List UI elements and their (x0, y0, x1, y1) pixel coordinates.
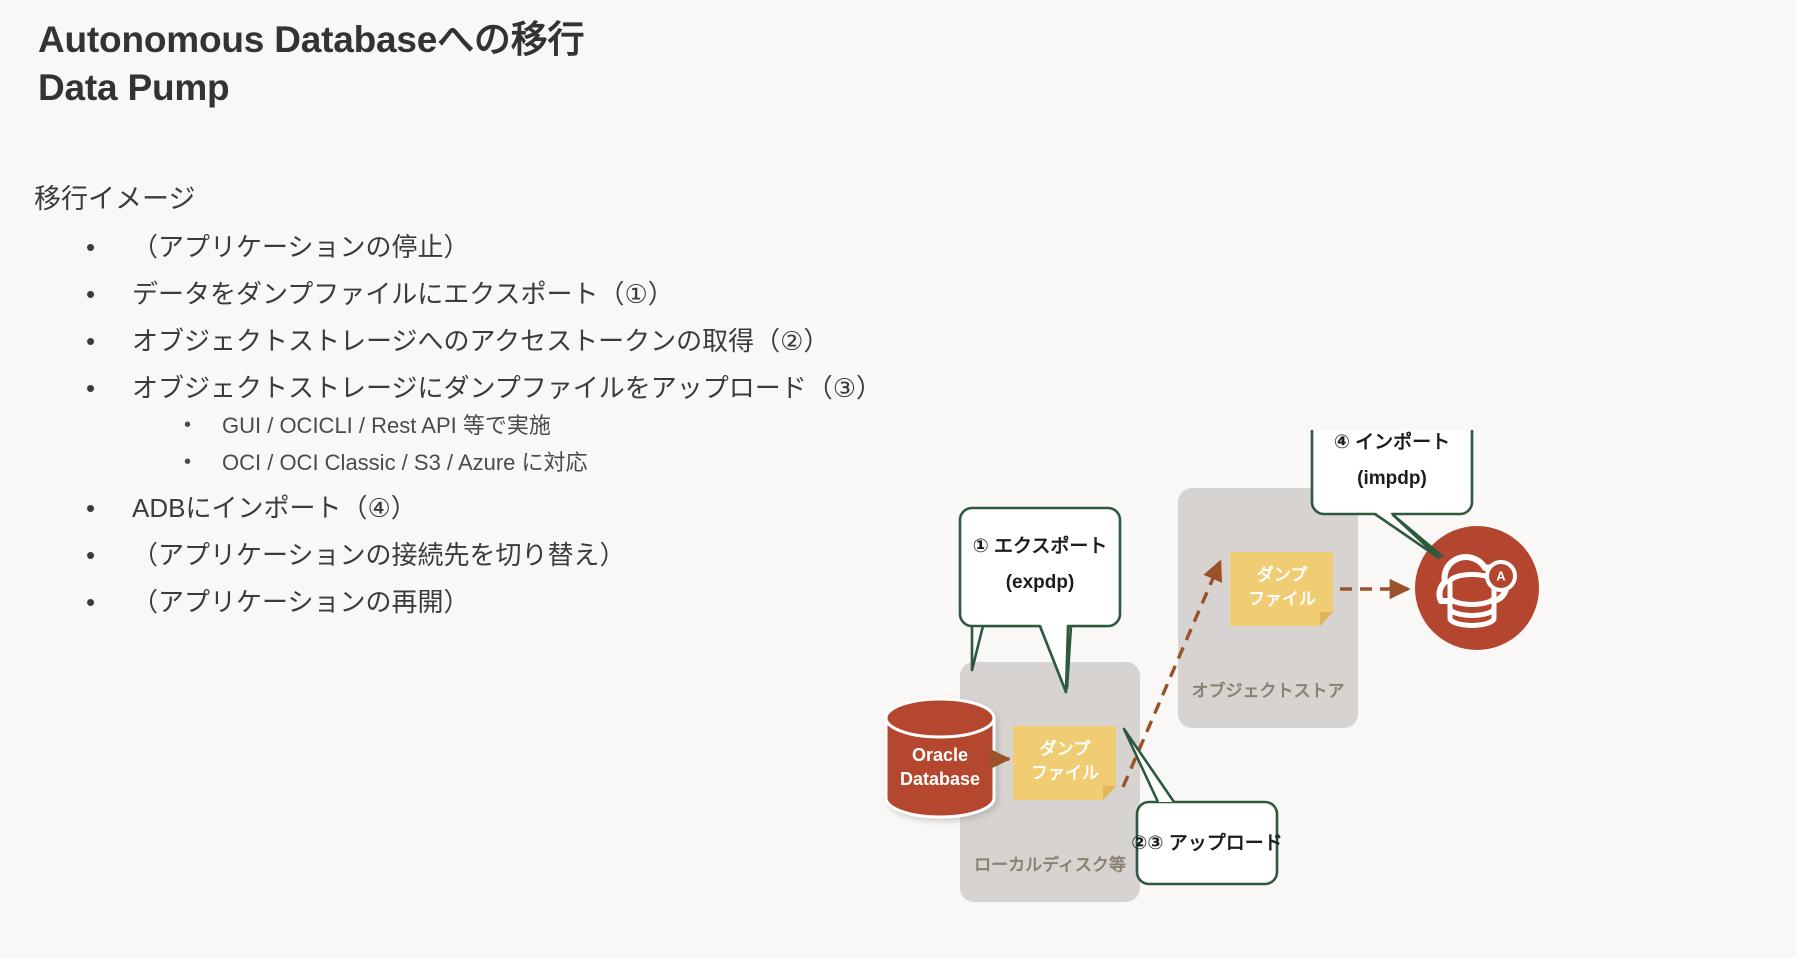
list-item-label: データをダンプファイルにエクスポート（①） (132, 279, 674, 309)
list-item-label: オブジェクトストレージへのアクセストークンの取得（②） (132, 326, 830, 356)
autonomous-database-cloud-icon: A (1415, 526, 1539, 650)
list-item: • ADBにインポート（④） (84, 495, 914, 521)
list-item-label: ADBにインポート（④） (132, 493, 417, 523)
content-body: 移行イメージ • （アプリケーションの停止） • データをダンプファイルにエクス… (34, 186, 914, 636)
sub-list-item-label: GUI / OCICLI / Rest API 等で実施 (222, 413, 551, 438)
list-item: • （アプリケーションの再開） (84, 589, 914, 615)
list-item: • オブジェクトストレージへのアクセストークンの取得（②） (84, 328, 914, 354)
sub-list-item: • GUI / OCICLI / Rest API 等で実施 (180, 415, 914, 437)
bullet-list: • （アプリケーションの停止） • データをダンプファイルにエクスポート（①） … (34, 234, 914, 615)
list-item: • オブジェクトストレージにダンプファイルをアップロード（③） • GUI / … (84, 375, 914, 474)
sub-list-item: • OCI / OCI Classic / S3 / Azure に対応 (180, 452, 914, 474)
oracle-database-label-line2: Database (900, 769, 980, 789)
bullet-glyph: • (86, 540, 96, 570)
list-item-label: （アプリケーションの再開） (132, 587, 470, 617)
list-item-label: （アプリケーションの接続先を切り替え） (132, 540, 626, 570)
lead-text: 移行イメージ (34, 184, 196, 214)
bullet-glyph: • (86, 493, 96, 523)
dumpfile-local-label-line2: ファイル (1031, 763, 1099, 782)
dumpfile-store-label-line1: ダンプ (1257, 564, 1308, 584)
bullet-glyph: • (86, 587, 96, 617)
migration-flow-diagram: ローカルディスク等 オブジェクトストア Oracle Database ダンプ … (880, 430, 1796, 958)
bullet-glyph: • (86, 373, 96, 403)
oracle-database-label-line1: Oracle (912, 745, 968, 765)
container-object-store-label: オブジェクトストア (1192, 680, 1345, 700)
bullet-glyph: • (86, 326, 96, 356)
dumpfile-local-label-line1: ダンプ (1040, 738, 1091, 758)
list-item-label: オブジェクトストレージにダンプファイルをアップロード（③） (132, 373, 883, 403)
list-item: • （アプリケーションの接続先を切り替え） (84, 542, 914, 568)
title-line-2: Data Pump (38, 67, 230, 109)
callout-export-line2: (expdp) (1006, 572, 1075, 593)
page-title: Autonomous Databaseへの移行 Data Pump (38, 16, 938, 112)
callout-import-line2: (impdp) (1357, 468, 1427, 489)
list-item-label: （アプリケーションの停止） (132, 232, 470, 262)
bullet-glyph: • (86, 232, 96, 262)
bullet-glyph: • (184, 414, 192, 436)
svg-text:A: A (1496, 568, 1506, 583)
bullet-glyph: • (184, 451, 192, 473)
callout-upload: ②③ アップロード (1122, 727, 1283, 886)
callout-upload-line1: ②③ アップロード (1131, 831, 1282, 854)
sub-bullet-list: • GUI / OCICLI / Rest API 等で実施 • OCI / O… (132, 415, 914, 474)
list-item: • データをダンプファイルにエクスポート（①） (84, 281, 914, 307)
bullet-glyph: • (86, 279, 96, 309)
sub-list-item-label: OCI / OCI Classic / S3 / Azure に対応 (222, 450, 588, 475)
list-item: • （アプリケーションの停止） (84, 234, 914, 260)
title-line-1: Autonomous Databaseへの移行 (38, 19, 585, 60)
callout-export-line1: ① エクスポート (973, 534, 1108, 557)
callout-import-line1: ④ インポート (1334, 430, 1450, 453)
container-local-disk-label: ローカルディスク等 (974, 854, 1126, 874)
dumpfile-store-label-line2: ファイル (1248, 589, 1316, 608)
